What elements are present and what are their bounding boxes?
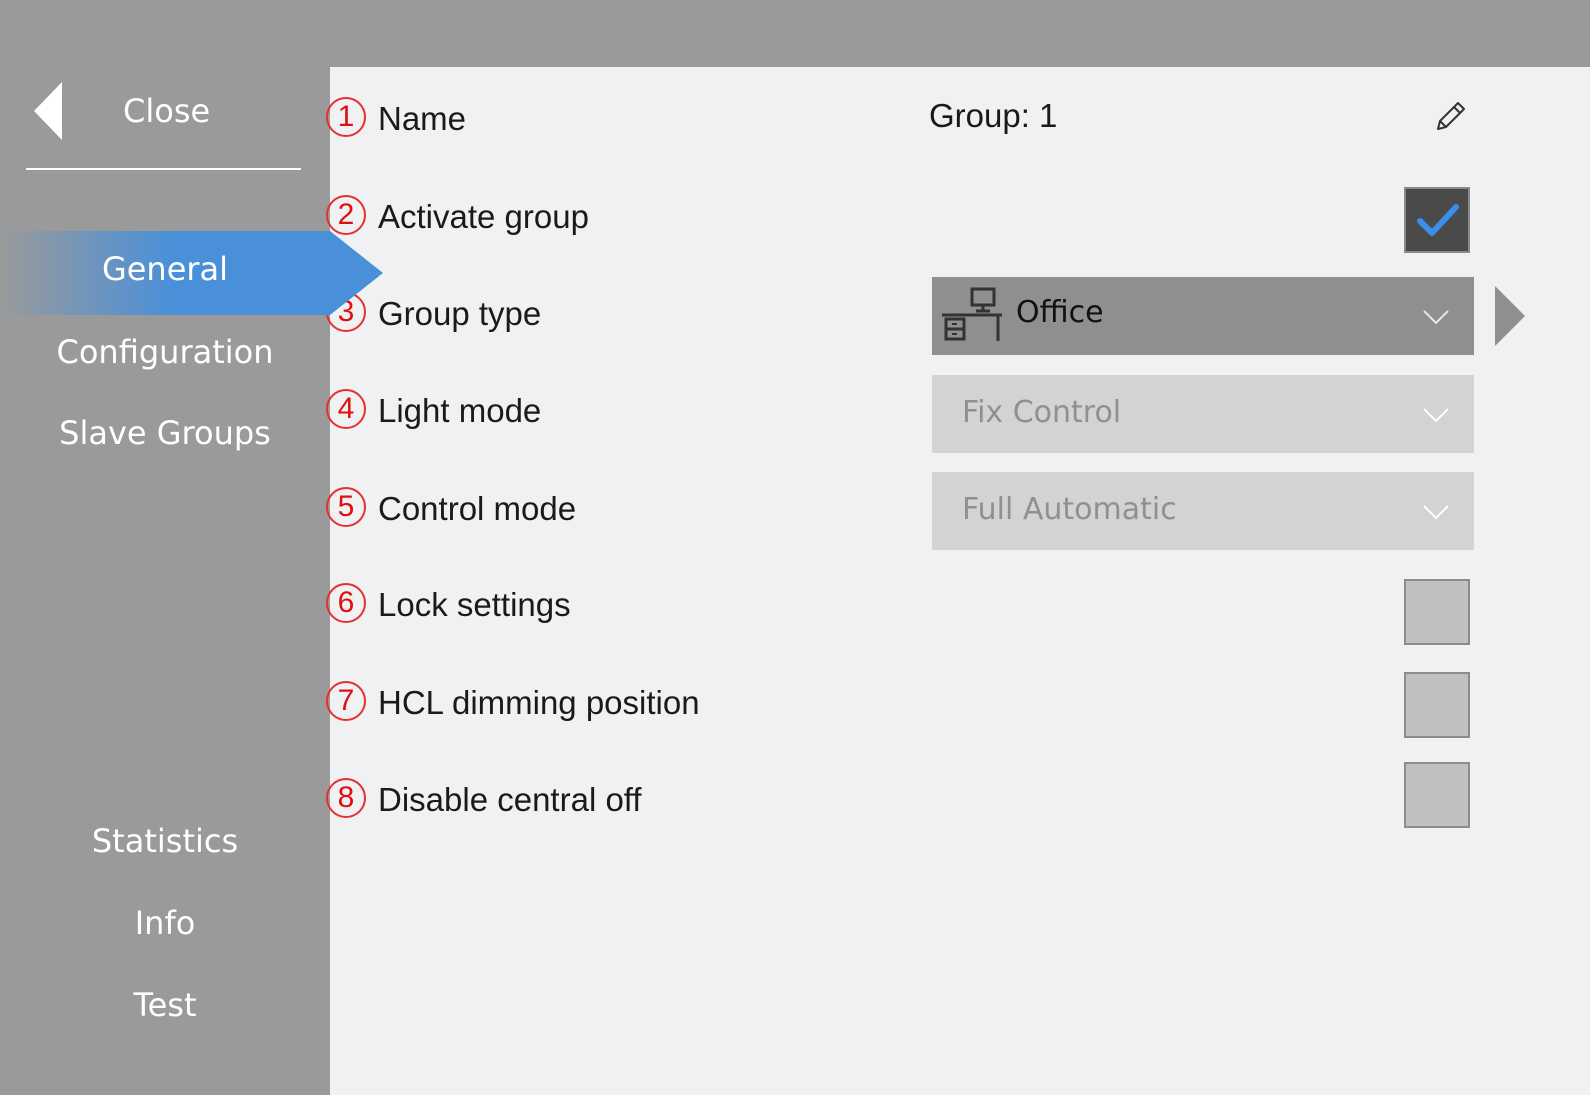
control-mode-value: Full Automatic [962,492,1177,527]
nav-item-test[interactable]: Test [0,986,330,1024]
row-label: HCL dimming position [378,684,700,721]
nav-item-statistics[interactable]: Statistics [0,822,330,860]
back-arrow-icon [34,82,62,140]
sidebar: Close General Configuration Slave Groups… [0,0,383,1095]
row-label: Name [378,100,467,137]
group-name-value: Group: 1 [929,97,1058,134]
row-lock-settings: 6 Lock settings [326,583,571,627]
row-name: 1 Name [326,97,467,141]
close-button[interactable]: Close [0,78,330,146]
control-mode-dropdown[interactable]: Full Automatic [932,472,1474,550]
hcl-dimming-checkbox[interactable] [1404,672,1470,738]
row-number-badge: 1 [326,97,366,137]
row-number-badge: 6 [326,583,366,623]
row-label: Light mode [378,392,542,429]
disable-central-off-checkbox[interactable] [1404,762,1470,828]
light-mode-dropdown[interactable]: Fix Control [932,375,1474,453]
nav-item-info[interactable]: Info [0,904,330,942]
row-number-badge: 2 [326,195,366,235]
row-label: Disable central off [378,781,642,818]
row-light-mode: 4 Light mode [326,389,542,433]
lock-settings-checkbox[interactable] [1404,579,1470,645]
row-number-badge: 7 [326,681,366,721]
row-group-type: 3 Group type [326,292,542,336]
light-mode-value: Fix Control [962,395,1122,430]
pencil-icon[interactable] [1432,99,1468,135]
chevron-down-icon [1423,505,1449,520]
row-control-mode: 5 Control mode [326,487,577,531]
row-number-badge: 8 [326,778,366,818]
row-number-badge: 4 [326,389,366,429]
row-disable-central-off: 8 Disable central off [326,778,642,822]
group-type-dropdown[interactable]: Office [932,277,1474,355]
activate-group-checkbox[interactable] [1404,187,1470,253]
nav-item-general[interactable]: General [0,250,330,288]
chevron-right-icon[interactable] [1495,286,1525,346]
nav-item-configuration[interactable]: Configuration [0,333,330,371]
row-label: Lock settings [378,586,571,623]
close-divider [26,168,301,170]
group-type-value: Office [1016,295,1104,330]
chevron-down-icon [1423,408,1449,423]
checkmark-icon [1417,204,1459,236]
row-hcl-dimming: 7 HCL dimming position [326,681,700,725]
nav-item-slave-groups[interactable]: Slave Groups [0,414,330,452]
close-label: Close [123,92,211,130]
row-label: Control mode [378,490,577,527]
settings-panel: 1 Name 2 Activate group 3 Group type 4 L… [326,67,1590,1095]
row-activate-group: 2 Activate group [326,195,589,239]
chevron-down-icon [1423,310,1449,325]
row-label: Group type [378,295,542,332]
row-label: Activate group [378,198,589,235]
office-desk-icon [942,287,1002,341]
row-number-badge: 5 [326,487,366,527]
